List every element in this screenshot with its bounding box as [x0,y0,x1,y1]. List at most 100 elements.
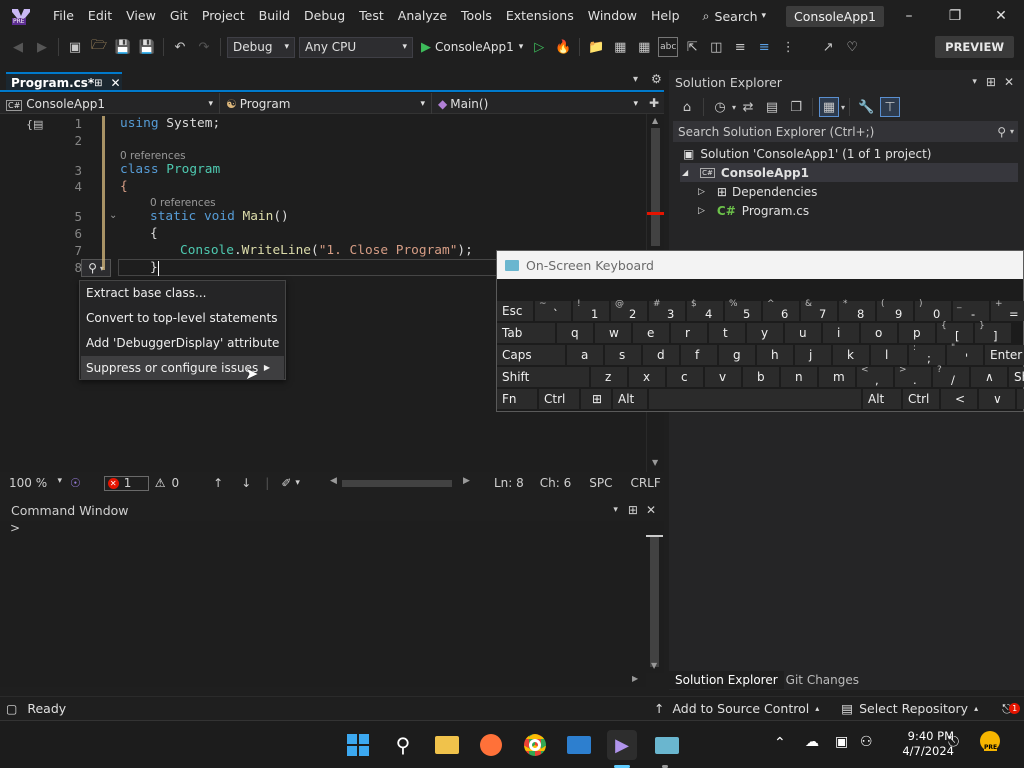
tree-item-solution[interactable]: ▣ Solution 'ConsoleApp1' (1 of 1 project… [683,144,931,163]
redo-icon[interactable]: ↷ [194,37,214,57]
key-tab[interactable]: Tab [497,323,555,343]
key-2[interactable]: ! 1 [573,299,609,321]
browse-folder-icon[interactable]: 📁 [586,37,606,57]
minimize-button[interactable]: – [886,0,932,32]
menu-project[interactable]: Project [195,0,252,32]
forward-icon[interactable]: ▶ [32,37,52,57]
scrollbar-thumb[interactable] [651,128,660,246]
pin-icon[interactable]: ⊞ [628,503,638,517]
key-j[interactable]: j [795,345,831,365]
tab-list-chevron-icon[interactable]: ▾ [633,74,638,85]
tab-git-changes[interactable]: Git Changes [784,671,861,689]
solution-name-badge[interactable]: ConsoleApp1 [786,5,885,27]
key-arrow-up[interactable]: ∧ [971,367,1007,387]
scrollbar-thumb[interactable] [650,537,659,667]
key-1[interactable]: ~ ` [535,299,571,321]
chevron-down-icon[interactable]: ▾ [972,77,977,87]
tree-item-project[interactable]: ◢ C# ConsoleApp1 [680,163,1018,182]
tree-item-program-cs[interactable]: ▷ C# Program.cs [698,201,809,220]
undo-icon[interactable]: ↶ [170,37,190,57]
key-c[interactable]: c [667,367,703,387]
key-fn[interactable]: Fn [497,389,537,409]
taskbar-search-button[interactable]: ⚲ [388,730,418,760]
key-right-ctrl[interactable]: Ctrl [903,389,939,409]
key-x[interactable]: x [629,367,665,387]
key-p[interactable]: p [899,323,935,343]
warning-icon[interactable]: ⚠ [155,476,166,490]
codelens-references[interactable]: 0 references [150,197,216,209]
column-indicator[interactable]: Ch: 6 [540,476,571,490]
key-punct4-1[interactable]: >. [895,365,931,387]
photos-button[interactable] [564,730,594,760]
key-t[interactable]: t [709,323,745,343]
key-arrow-left[interactable]: < [941,389,977,409]
codelens-references[interactable]: 0 references [120,150,186,162]
lightbulb-button[interactable]: ⚲ ▾ [81,259,111,277]
history-icon[interactable]: ◷ [710,97,730,117]
show-all-files-icon[interactable]: ❐ [786,97,806,117]
collapsed-triangle-icon[interactable]: ▷ [698,206,705,216]
key-m[interactable]: m [819,367,855,387]
key-y[interactable]: y [747,323,783,343]
menu-test[interactable]: Test [352,0,391,32]
display-icon[interactable]: ▣ [835,734,848,750]
hot-reload-icon[interactable]: 🔥 [553,37,573,57]
menu-edit[interactable]: Edit [81,0,119,32]
menu-help[interactable]: Help [644,0,687,32]
widgets-button[interactable]: PRE [980,731,1004,757]
chevron-down-icon[interactable]: ▾ [1010,127,1014,136]
solution-explorer-search[interactable]: Search Solution Explorer (Ctrl+;) ⚲ ▾ [673,121,1018,142]
line-indicator[interactable]: Ln: 8 [494,476,524,490]
tab-program-cs[interactable]: Program.cs* ⊞ ✕ [6,72,122,92]
key-8[interactable]: & 7 [801,299,837,321]
tab-solution-explorer[interactable]: Solution Explorer [669,670,784,689]
scroll-right-icon[interactable]: ▶ [632,674,638,683]
collapsed-triangle-icon[interactable]: ▷ [698,187,705,197]
comment-icon[interactable]: ≡ [730,37,750,57]
network-icon[interactable]: ☁ [805,734,819,750]
chevron-down-icon[interactable]: ▾ [841,103,845,112]
key-windows[interactable]: ⊞ [581,389,611,409]
key-u[interactable]: u [785,323,821,343]
key-ctrl[interactable]: Ctrl [539,389,579,409]
menu-file[interactable]: File [46,0,81,32]
key-d[interactable]: d [643,345,679,365]
key-punct-0[interactable]: :; [909,343,945,365]
command-window-horizontal-scrollbar[interactable]: ▶ [0,673,646,687]
key-4[interactable]: #3 [649,299,685,321]
key-7[interactable]: ^ 6 [763,299,799,321]
key-b[interactable]: b [743,367,779,387]
menu-git[interactable]: Git [163,0,195,32]
key-l[interactable]: l [871,345,907,365]
key-enter[interactable]: Enter [985,345,1024,365]
key-w[interactable]: w [595,323,631,343]
key-r[interactable]: r [671,323,707,343]
file-explorer-button[interactable] [432,730,462,760]
menu-window[interactable]: Window [581,0,644,32]
class-dropdown[interactable]: ☯ Program ▾ [220,93,432,114]
command-window-input[interactable]: > [0,521,646,687]
find-icon[interactable]: ▦ [634,37,654,57]
menu-tools[interactable]: Tools [454,0,499,32]
select-repository-button[interactable]: ▤ Select Repository ▴ [841,701,978,716]
save-all-icon[interactable]: 💾 [137,37,157,57]
project-dropdown[interactable]: C# ConsoleApp1 ▾ [0,93,220,114]
add-to-source-control-button[interactable]: ↑ Add to Source Control ▴ [654,701,819,716]
chrome-button[interactable] [520,730,550,760]
whitespace-indicator[interactable]: SPC [589,476,612,490]
key-e[interactable]: e [633,323,669,343]
key-6[interactable]: % 5 [725,299,761,321]
menu-item-debugger-display[interactable]: Add 'DebuggerDisplay' attribute [81,331,284,355]
chevron-down-icon[interactable]: ▾ [732,103,736,112]
expanded-triangle-icon[interactable]: ◢ [682,168,688,177]
key-9[interactable]: * 8 [839,299,875,321]
filter-icon[interactable]: ▦ [819,97,840,117]
new-project-icon[interactable]: ▣ [65,37,85,57]
member-dropdown[interactable]: ◆ Main() ▾ [432,93,644,114]
key-right-shift[interactable]: Sh [1009,367,1024,387]
scroll-left-icon[interactable]: ◀ [330,476,337,486]
split-editor-icon[interactable]: ✚ [644,93,664,113]
menu-extensions[interactable]: Extensions [499,0,581,32]
key-i[interactable]: i [823,323,859,343]
key-v[interactable]: v [705,367,741,387]
